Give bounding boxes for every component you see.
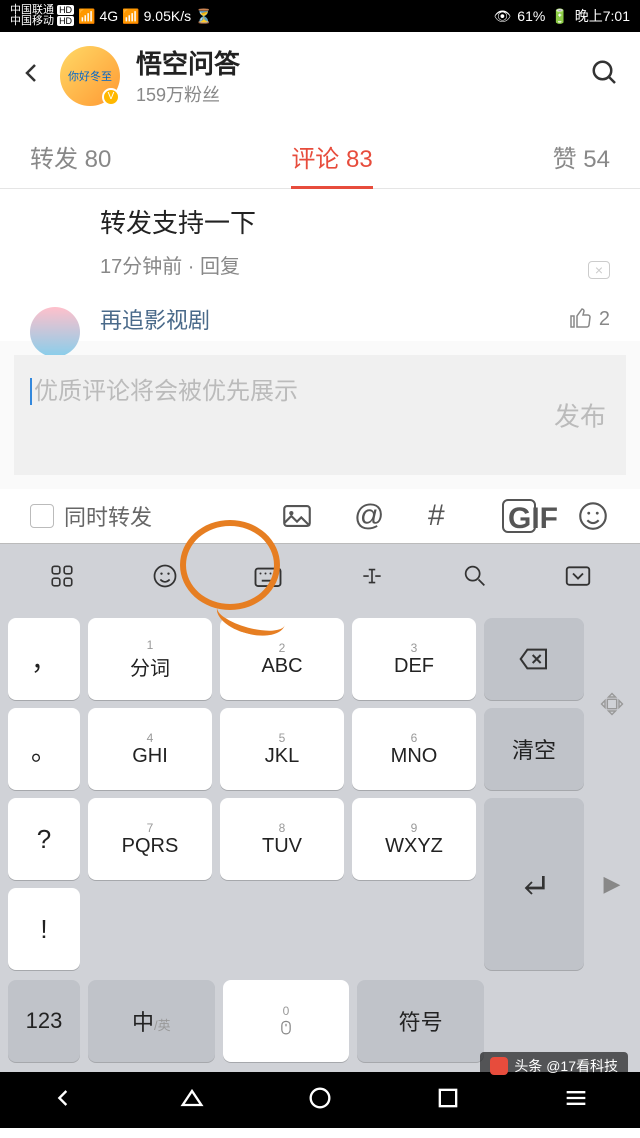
comment-text: 转发支持一下	[100, 203, 610, 240]
key-exclaim[interactable]: !	[8, 888, 80, 970]
collapse-icon[interactable]	[560, 558, 596, 594]
status-bar: 中国联通 HD 中国移动 HD 📶 4G 📶 9.05K/s ⏳ 👁61% 🔋 …	[0, 0, 640, 32]
tabs: 转发 80 评论 83 赞 54	[0, 119, 640, 189]
key-5[interactable]: 5JKL	[220, 708, 344, 790]
key-9[interactable]: 9WXYZ	[352, 798, 476, 880]
publish-button[interactable]: 发布	[554, 397, 606, 434]
tab-like[interactable]: 赞 54	[553, 139, 610, 188]
eye-icon: 👁	[494, 8, 512, 25]
profile-name[interactable]: 悟空问答	[136, 44, 574, 81]
key-question[interactable]: ?	[8, 798, 80, 880]
key-7[interactable]: 7PQRS	[88, 798, 212, 880]
image-icon[interactable]	[280, 499, 314, 533]
key-6[interactable]: 6MNO	[352, 708, 476, 790]
cursor-icon[interactable]	[354, 558, 390, 594]
key-8[interactable]: 8TUV	[220, 798, 344, 880]
key-expand-icon[interactable]: ▶	[592, 798, 632, 970]
signal-icon: 📶	[78, 8, 95, 25]
emoji-icon[interactable]	[576, 499, 610, 533]
profile-avatar[interactable]: 你好冬至 V	[60, 46, 120, 106]
key-space[interactable]: 0	[223, 980, 350, 1062]
keyboard-icon[interactable]	[250, 558, 286, 594]
key-comma[interactable]: ，	[8, 618, 80, 700]
commenter-avatar[interactable]	[30, 307, 80, 357]
keyboard-toolbar	[0, 543, 640, 608]
nav-menu-icon[interactable]	[562, 1084, 590, 1117]
nav-recent-icon[interactable]	[434, 1084, 462, 1117]
key-clear[interactable]: 清空	[484, 708, 584, 790]
tab-repost[interactable]: 转发 80	[30, 139, 111, 188]
commenter-name[interactable]: 再追影视剧	[100, 303, 610, 335]
at-icon[interactable]: @	[354, 499, 388, 533]
delete-icon[interactable]: ×	[588, 261, 610, 279]
key-enter[interactable]	[484, 798, 584, 970]
search-icon[interactable]	[590, 58, 620, 93]
battery-icon: 🔋	[551, 8, 568, 25]
key-2[interactable]: 2ABC	[220, 618, 344, 700]
forward-checkbox[interactable]	[30, 504, 54, 528]
header: 你好冬至 V 悟空问答 159万粉丝	[0, 32, 640, 119]
hourglass-icon: ⏳	[195, 8, 212, 25]
comment-input-area: 优质评论将会被优先展示 发布	[0, 341, 640, 489]
search-icon[interactable]	[457, 558, 493, 594]
key-1[interactable]: 1分词	[88, 618, 212, 700]
comment-item: 转发支持一下 17分钟前 · 回复 ×	[0, 189, 640, 293]
key-4[interactable]: 4GHI	[88, 708, 212, 790]
nav-bar	[0, 1072, 640, 1128]
grid-icon[interactable]	[44, 558, 80, 594]
forward-label[interactable]: 同时转发	[64, 500, 152, 532]
key-period[interactable]: 。	[8, 708, 80, 790]
signal-icon: 📶	[122, 8, 139, 25]
comment-item: 再追影视剧 2	[0, 293, 640, 341]
nav-back-icon[interactable]	[178, 1084, 206, 1117]
comment-meta[interactable]: 17分钟前 · 回复	[100, 250, 610, 279]
fans-count: 159万粉丝	[136, 81, 574, 107]
tab-comment[interactable]: 评论 83	[291, 139, 372, 188]
like-button[interactable]: 2	[569, 307, 610, 331]
hashtag-icon[interactable]: #	[428, 499, 462, 533]
verified-badge-icon: V	[102, 88, 120, 106]
key-move-icon[interactable]	[592, 618, 632, 790]
gif-icon[interactable]: GIF	[502, 499, 536, 533]
nav-home-icon[interactable]	[306, 1084, 334, 1117]
comment-input[interactable]: 优质评论将会被优先展示	[14, 355, 626, 475]
input-toolbar: 同时转发 @ # GIF	[0, 489, 640, 543]
back-icon[interactable]	[20, 61, 44, 90]
emoji-icon[interactable]	[147, 558, 183, 594]
key-symbol[interactable]: 符号	[357, 980, 484, 1062]
key-language[interactable]: 中/英	[88, 980, 215, 1062]
keyboard: ， 1分词 2ABC 3DEF 。 4GHI 5JKL 6MNO 清空 ? 7P…	[0, 608, 640, 980]
watermark: 头条 @17看科技	[480, 1052, 628, 1080]
nav-back-icon[interactable]	[50, 1084, 78, 1117]
key-3[interactable]: 3DEF	[352, 618, 476, 700]
key-backspace[interactable]	[484, 618, 584, 700]
key-123[interactable]: 123	[8, 980, 80, 1062]
